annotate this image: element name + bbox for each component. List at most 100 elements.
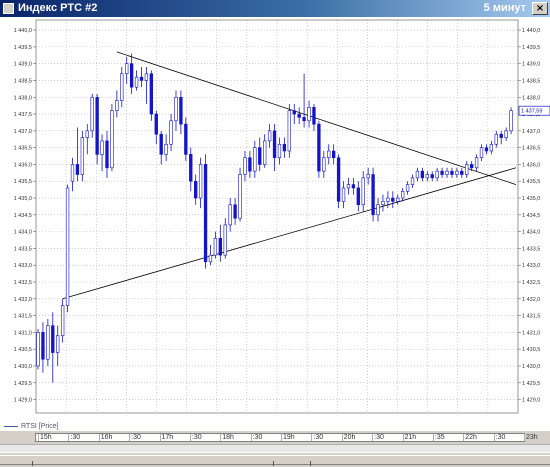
candle-body [361, 177, 365, 206]
candle-body [233, 204, 237, 219]
candle-body [75, 164, 80, 175]
candle-body [184, 123, 188, 155]
candle-body [36, 332, 40, 367]
y-tick-label-right: 1 437,0 [522, 129, 540, 135]
y-tick-label-right: 1 440,0 [522, 28, 540, 34]
candle-body [144, 73, 149, 81]
candle-body [415, 170, 420, 179]
y-tick-label-left: 1 433,0 [14, 263, 32, 269]
candle-body [391, 197, 395, 202]
time-label: :30 [495, 434, 506, 441]
candle-body [51, 325, 55, 353]
y-tick-label-right: 1 439,0 [522, 62, 540, 68]
time-tick [38, 434, 39, 441]
candle-body [509, 110, 513, 132]
candle-body [194, 180, 198, 199]
candle-body [129, 63, 134, 88]
candle-body [65, 187, 70, 306]
candle-body [410, 177, 415, 185]
candle-body [179, 96, 183, 125]
candle-body [346, 184, 351, 189]
candle-body [174, 96, 178, 122]
y-tick-label-right: 1 439,5 [522, 45, 540, 51]
time-tick [311, 434, 313, 441]
y-tick-label-left: 1 436,5 [14, 146, 32, 152]
candle-body [198, 164, 203, 199]
y-tick-label-left: 1 430,0 [14, 364, 32, 370]
candle-body [272, 130, 277, 159]
candle-body [312, 107, 316, 125]
time-label: 18h [222, 434, 234, 441]
candle-body [425, 174, 429, 179]
scroll-tick [273, 461, 274, 466]
time-label: 17h [161, 434, 174, 441]
candle-body [460, 170, 464, 175]
time-label: 22h [465, 434, 477, 441]
candle-body [41, 332, 45, 360]
candle-body [258, 147, 262, 165]
candle-body [400, 191, 405, 199]
y-tick-label-right: 1 430,5 [522, 347, 540, 353]
candle-body [277, 143, 282, 159]
candle-body [228, 204, 232, 226]
chart-area[interactable]: 1 440,0 1 440,0 1 439,5 1 439,5 1 439,0 1 439… [0, 17, 550, 431]
candle-body [110, 110, 114, 169]
candle-body [484, 147, 489, 152]
candle-body [105, 140, 109, 169]
candle-body [494, 133, 498, 145]
y-tick-label-right: 1 433,0 [522, 263, 540, 269]
candle-body [80, 137, 85, 175]
candle-body [336, 157, 341, 202]
close-icon[interactable]: × [532, 2, 548, 15]
candle-body [115, 100, 119, 111]
candle-body [450, 170, 454, 175]
candle-body [95, 96, 99, 155]
candle-body [420, 170, 425, 179]
y-tick-label-left: 1 437,5 [14, 112, 32, 118]
y-tick-label-left: 1 433,5 [14, 246, 32, 252]
candle-body [203, 164, 208, 263]
last-price-label: 1 437,59 [521, 109, 542, 115]
candle-body [134, 76, 139, 88]
candle-body [332, 150, 336, 159]
y-tick-label-left: 1 432,0 [14, 297, 32, 303]
candle-body [282, 143, 287, 152]
candle-body [164, 143, 168, 155]
candle-body [440, 170, 444, 175]
time-tick [463, 434, 465, 441]
y-tick-label-right: 1 430,0 [522, 364, 540, 370]
time-label: 15h [40, 434, 52, 441]
y-tick-label-left: 1 436,0 [14, 162, 32, 168]
scrollbar-thumb[interactable] [0, 455, 550, 465]
y-tick-label-right: 1 434,0 [522, 230, 540, 236]
candle-body [154, 113, 158, 135]
candle-body [405, 184, 410, 192]
candle-body [213, 238, 218, 256]
y-tick-label-right: 1 438,5 [522, 78, 540, 84]
candle-body [430, 174, 434, 179]
candle-body [297, 113, 301, 118]
candle-body [125, 63, 129, 75]
time-label: :30 [374, 434, 384, 441]
candle-body [56, 335, 60, 353]
candle-body [381, 201, 385, 206]
timeframe-label[interactable]: 5 минут [484, 2, 526, 14]
candle-body [159, 133, 163, 155]
candle-body [253, 147, 257, 172]
y-tick-label-left: 1 438,5 [14, 78, 32, 84]
y-tick-label-left: 1 439,5 [14, 45, 32, 51]
y-tick-label-right: 1 432,5 [522, 280, 540, 286]
candle-body [90, 96, 94, 132]
candle-body [376, 204, 380, 216]
window-titlebar: Индекс РТС #2 5 минут × [0, 0, 550, 17]
y-tick-label-right: 1 436,5 [522, 146, 540, 152]
candle-body [499, 133, 503, 138]
candle-body [366, 174, 370, 179]
candle-body [322, 157, 326, 172]
plot-border [35, 19, 519, 414]
horizontal-scrollbar[interactable] [0, 452, 550, 467]
candle-body [317, 123, 321, 172]
candle-body [46, 325, 50, 360]
y-tick-label-left: 1 434,0 [14, 230, 32, 236]
candle-body [120, 73, 124, 101]
